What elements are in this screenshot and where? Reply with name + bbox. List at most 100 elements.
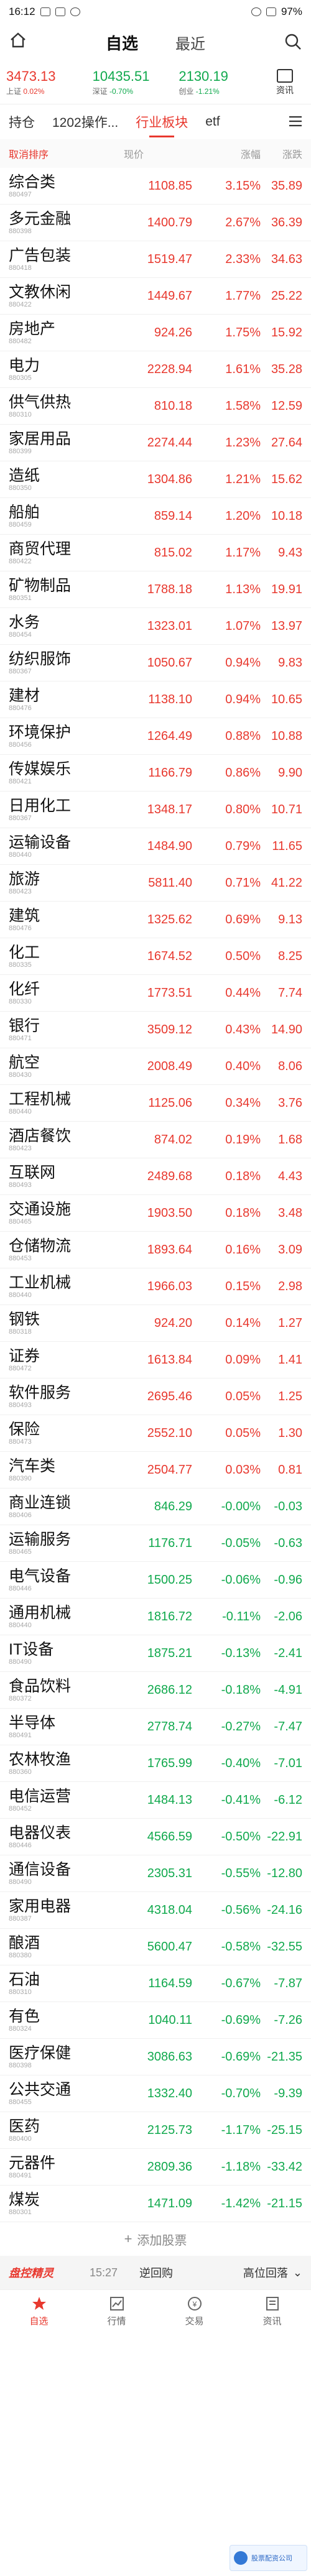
table-row[interactable]: 软件服务 880493 2695.46 0.05% 1.25	[0, 1378, 311, 1415]
table-row[interactable]: 汽车类 880390 2504.77 0.03% 0.81	[0, 1452, 311, 1489]
nav-trade[interactable]: ¥ 交易	[173, 2296, 216, 2327]
tab-group-1202[interactable]: 1202操作...	[52, 113, 118, 131]
table-row[interactable]: 银行 880471 3509.12 0.43% 14.90	[0, 1012, 311, 1048]
table-row[interactable]: 旅游 880423 5811.40 0.71% 41.22	[0, 865, 311, 902]
change-cell: 0.69%	[225, 912, 261, 926]
table-row[interactable]: 石油 880310 1164.59 -0.67% -7.87	[0, 1965, 311, 2002]
sector-cell: 建筑 880476	[9, 907, 102, 933]
table-row[interactable]: 钢铁 880318 924.20 0.14% 1.27	[0, 1305, 311, 1342]
pullback-filter[interactable]: 高位回落	[243, 2264, 288, 2281]
change-cell: -0.11%	[222, 1609, 261, 1623]
change-cell: 0.80%	[225, 802, 261, 816]
table-row[interactable]: 农林牧渔 880360 1765.99 -0.40% -7.01	[0, 1745, 311, 1782]
table-row[interactable]: 环境保护 880456 1264.49 0.88% 10.88	[0, 718, 311, 755]
index-shenzhen[interactable]: 10435.51 深证 -0.70%	[93, 68, 179, 96]
sector-code: 880490	[9, 1658, 32, 1666]
table-row[interactable]: 家居用品 880399 2274.44 1.23% 27.64	[0, 425, 311, 461]
column-change[interactable]: 涨幅	[192, 146, 261, 161]
table-row[interactable]: 商贸代理 880422 815.02 1.17% 9.43	[0, 535, 311, 571]
table-row[interactable]: 传媒娱乐 880421 1166.79 0.86% 9.90	[0, 755, 311, 792]
table-row[interactable]: 广告包装 880418 1519.47 2.33% 34.63	[0, 241, 311, 278]
table-row[interactable]: 酒店餐饮 880423 874.02 0.19% 1.68	[0, 1122, 311, 1158]
table-row[interactable]: 日用化工 880367 1348.17 0.80% 10.71	[0, 792, 311, 828]
speed-cell: 1.30	[278, 1426, 302, 1440]
table-row[interactable]: 公共交通 880455 1332.40 -0.70% -9.39	[0, 2075, 311, 2112]
table-row[interactable]: 纺织服饰 880367 1050.67 0.94% 9.83	[0, 645, 311, 681]
price-cell: 3509.12	[147, 1022, 192, 1036]
table-row[interactable]: 交通设施 880465 1903.50 0.18% 3.48	[0, 1195, 311, 1232]
home-icon[interactable]	[9, 30, 34, 54]
table-row[interactable]: 工业机械 880440 1966.03 0.15% 2.98	[0, 1268, 311, 1305]
cancel-sort-button[interactable]: 取消排序	[9, 146, 124, 161]
table-row[interactable]: 电气设备 880446 1500.25 -0.06% -0.96	[0, 1562, 311, 1599]
menu-icon[interactable]	[287, 113, 304, 129]
table-row[interactable]: 电器仪表 880446 4566.59 -0.50% -22.91	[0, 1819, 311, 1855]
table-row[interactable]: 医疗保健 880398 3086.63 -0.69% -21.35	[0, 2039, 311, 2075]
change-cell: 1.07%	[225, 619, 261, 633]
table-row[interactable]: 煤炭 880301 1471.09 -1.42% -21.15	[0, 2186, 311, 2222]
index-shanghai[interactable]: 3473.13 上证 0.02%	[6, 68, 93, 96]
brand-label[interactable]: 盘控精灵	[9, 2264, 77, 2281]
table-row[interactable]: 多元金融 880398 1400.79 2.67% 36.39	[0, 205, 311, 241]
trade-icon: ¥	[187, 2297, 202, 2311]
tab-etf[interactable]: etf	[205, 114, 220, 129]
column-price[interactable]: 现价	[124, 146, 192, 161]
table-row[interactable]: 文教休闲 880422 1449.67 1.77% 25.22	[0, 278, 311, 315]
table-row[interactable]: 矿物制品 880351 1788.18 1.13% 19.91	[0, 571, 311, 608]
table-row[interactable]: 综合类 880497 1108.85 3.15% 35.89	[0, 168, 311, 205]
add-stock-button[interactable]: + 添加股票	[0, 2222, 311, 2256]
sector-cell: 电器仪表 880446	[9, 1824, 102, 1850]
table-row[interactable]: 供气供热 880310 810.18 1.58% 12.59	[0, 388, 311, 425]
speed-cell: 2.98	[278, 1279, 302, 1293]
sector-cell: 矿物制品 880351	[9, 577, 102, 602]
table-row[interactable]: 水务 880454 1323.01 1.07% 13.97	[0, 608, 311, 645]
table-row[interactable]: 建筑 880476 1325.62 0.69% 9.13	[0, 902, 311, 938]
search-icon[interactable]	[284, 32, 302, 51]
table-row[interactable]: 仓储物流 880453 1893.64 0.16% 3.09	[0, 1232, 311, 1268]
speed-cell: -2.41	[274, 1646, 302, 1660]
nav-news[interactable]: 资讯	[251, 2296, 294, 2327]
table-row[interactable]: 通信设备 880490 2305.31 -0.55% -12.80	[0, 1855, 311, 1892]
column-speed[interactable]: 涨跌	[261, 146, 302, 161]
table-row[interactable]: 有色 880324 1040.11 -0.69% -7.26	[0, 2002, 311, 2039]
news-button[interactable]: 资讯	[265, 68, 305, 96]
table-row[interactable]: 医药 880400 2125.73 -1.17% -25.15	[0, 2112, 311, 2149]
table-row[interactable]: 保险 880473 2552.10 0.05% 1.30	[0, 1415, 311, 1452]
index-chinext[interactable]: 2130.19 创业 -1.21%	[179, 68, 265, 96]
status-bar: 16:12 97%	[0, 0, 311, 24]
sector-name: 化工	[9, 943, 40, 961]
table-row[interactable]: 船舶 880459 859.14 1.20% 10.18	[0, 498, 311, 535]
column-header: 取消排序 现价 涨幅 涨跌	[0, 139, 311, 168]
table-row[interactable]: 半导体 880491 2778.74 -0.27% -7.47	[0, 1709, 311, 1745]
table-row[interactable]: 食品饮料 880372 2686.12 -0.18% -4.91	[0, 1672, 311, 1709]
nav-watchlist[interactable]: 自选	[17, 2296, 61, 2327]
tab-recent[interactable]: 最近	[175, 32, 205, 53]
nav-market[interactable]: 行情	[95, 2296, 139, 2327]
table-row[interactable]: 电信运营 880452 1484.13 -0.41% -6.12	[0, 1782, 311, 1819]
table-row[interactable]: 建材 880476 1138.10 0.94% 10.65	[0, 681, 311, 718]
table-row[interactable]: 证券 880472 1613.84 0.09% 1.41	[0, 1342, 311, 1378]
table-row[interactable]: 造纸 880350 1304.86 1.21% 15.62	[0, 461, 311, 498]
change-cell: 0.09%	[225, 1352, 261, 1367]
table-row[interactable]: 元器件 880491 2809.36 -1.18% -33.42	[0, 2149, 311, 2186]
table-row[interactable]: 家用电器 880387 4318.04 -0.56% -24.16	[0, 1892, 311, 1929]
table-row[interactable]: 通用机械 880440 1816.72 -0.11% -2.06	[0, 1599, 311, 1635]
tab-holdings[interactable]: 持仓	[9, 113, 35, 131]
table-row[interactable]: 电力 880305 2228.94 1.61% 35.28	[0, 351, 311, 388]
tab-watchlist[interactable]: 自选	[106, 31, 138, 54]
table-row[interactable]: 酿酒 880380 5600.47 -0.58% -32.55	[0, 1929, 311, 1965]
table-row[interactable]: IT设备 880490 1875.21 -0.13% -2.41	[0, 1635, 311, 1672]
table-row[interactable]: 化纤 880330 1773.51 0.44% 7.74	[0, 975, 311, 1012]
table-row[interactable]: 房地产 880482 924.26 1.75% 15.92	[0, 315, 311, 351]
table-row[interactable]: 工程机械 880440 1125.06 0.34% 3.76	[0, 1085, 311, 1122]
chevron-down-icon[interactable]: ⌄	[293, 2266, 302, 2279]
reverse-repo-link[interactable]: 逆回购	[139, 2264, 173, 2281]
table-row[interactable]: 航空 880430 2008.49 0.40% 8.06	[0, 1048, 311, 1085]
sector-name: 半导体	[9, 1714, 56, 1732]
table-row[interactable]: 商业连锁 880406 846.29 -0.00% -0.03	[0, 1489, 311, 1525]
table-row[interactable]: 互联网 880493 2489.68 0.18% 4.43	[0, 1158, 311, 1195]
table-row[interactable]: 运输服务 880465 1176.71 -0.05% -0.63	[0, 1525, 311, 1562]
tab-industry-sector[interactable]: 行业板块	[136, 113, 188, 137]
table-row[interactable]: 化工 880335 1674.52 0.50% 8.25	[0, 938, 311, 975]
table-row[interactable]: 运输设备 880440 1484.90 0.79% 11.65	[0, 828, 311, 865]
